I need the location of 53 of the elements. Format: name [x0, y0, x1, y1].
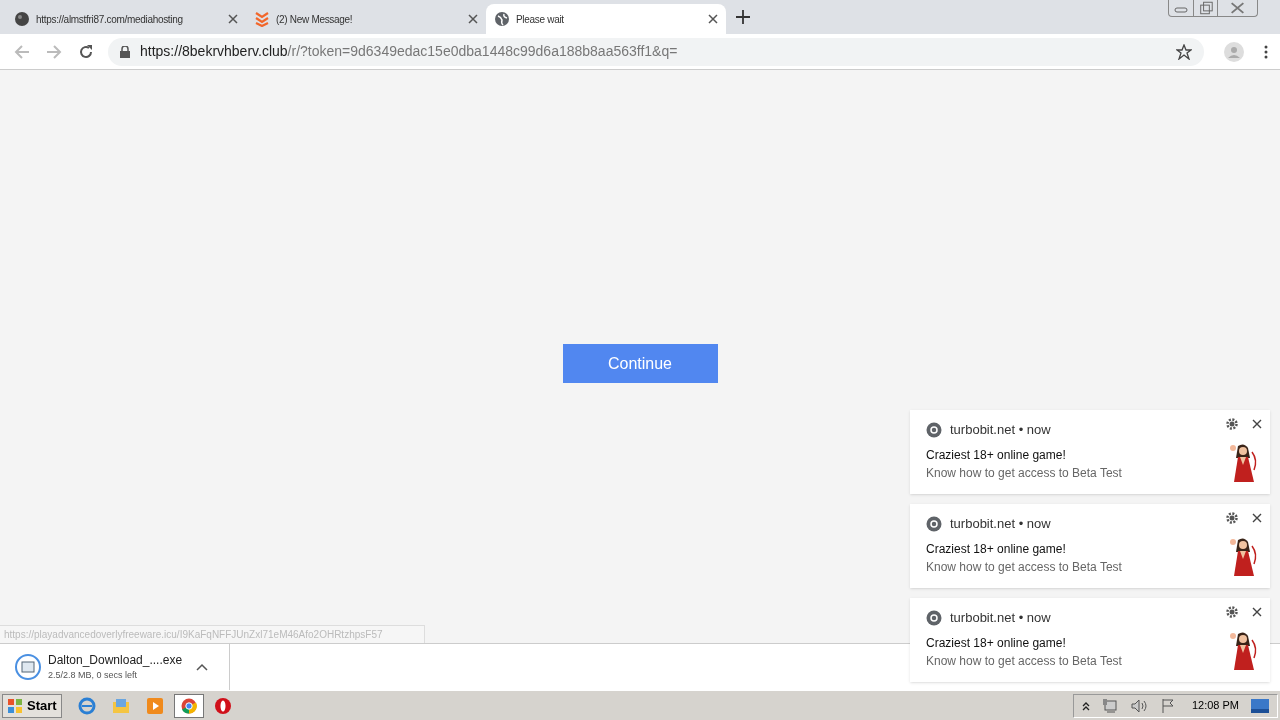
chrome-icon — [180, 697, 197, 714]
tray-expand-icon[interactable] — [1081, 700, 1090, 711]
show-desktop-icon[interactable] — [1251, 698, 1269, 713]
download-status: 2.5/2.8 MB, 0 secs left — [48, 669, 139, 683]
notification-title: Craziest 18+ online game! — [926, 540, 1067, 558]
notification-card[interactable]: turbobit.net • now Craziest 18+ online game! Know how to get access to Beta Test — [910, 504, 1270, 588]
status-url: https://playadvancedoverlyfreeware.icu/I9KaFqNFFJUnZxl71eM46Afo2OHRtzhpsF57 — [0, 625, 425, 643]
close-icon[interactable] — [1252, 513, 1262, 523]
download-filename: Dalton_Download_....exe — [48, 652, 183, 670]
close-icon[interactable] — [708, 14, 718, 24]
clock[interactable]: 12:08 PM — [1191, 697, 1239, 714]
notification-title: Craziest 18+ online game! — [926, 446, 1067, 464]
globe-icon — [494, 11, 510, 27]
tab-title: Please wait — [516, 12, 565, 27]
flag-icon[interactable] — [1159, 697, 1176, 714]
browser-tab[interactable]: Please wait — [486, 4, 726, 34]
browser-tab[interactable]: https://almstfri87.com/mediahosting — [6, 4, 246, 34]
opera-icon[interactable] — [213, 696, 232, 715]
notification-card[interactable]: turbobit.net • now Craziest 18+ online game! Know how to get access to Beta Test — [910, 410, 1270, 494]
notification-body: Know how to get access to Beta Test — [926, 652, 1123, 670]
close-icon[interactable] — [228, 14, 238, 24]
gear-icon[interactable] — [1226, 418, 1238, 430]
close-icon[interactable] — [468, 14, 478, 24]
notification-source: turbobit.net • now — [950, 515, 1051, 533]
notification-source: turbobit.net • now — [950, 609, 1051, 627]
tab-title: https://almstfri87.com/mediahosting — [36, 12, 184, 27]
notification-body: Know how to get access to Beta Test — [926, 558, 1123, 576]
notification-body: Know how to get access to Beta Test — [926, 464, 1123, 482]
gear-icon[interactable] — [1226, 512, 1238, 524]
chevrons-icon — [254, 11, 270, 27]
caret-icon[interactable] — [196, 663, 209, 671]
browser-e-icon[interactable] — [77, 696, 96, 715]
url-text: https://8bekrvhberv.club/r/?token=9d6349edac15e0dba1448c99d6a188b8aa563ff1&q= — [140, 42, 678, 61]
menu-icon[interactable] — [1264, 44, 1268, 59]
notification-card[interactable]: turbobit.net • now Craziest 18+ online game! Know how to get access to Beta Test — [910, 598, 1270, 682]
tab-title: (2) New Message! — [276, 12, 354, 27]
gear-icon[interactable] — [1226, 606, 1238, 618]
start-button[interactable]: Start — [2, 693, 62, 718]
notification-title: Craziest 18+ online game! — [926, 634, 1067, 652]
windows-logo-icon — [7, 697, 23, 714]
speaker-icon[interactable] — [1129, 697, 1148, 714]
chrome-taskbar-button[interactable] — [173, 693, 204, 718]
new-tab-icon[interactable] — [736, 10, 750, 24]
globe-icon — [14, 11, 30, 27]
browser-tab[interactable]: (2) New Message! — [246, 4, 486, 34]
address-bar[interactable]: https://8bekrvhberv.club/r/?token=9d6349edac15e0dba1448c99d6a188b8aa563ff1&q= — [108, 37, 1204, 66]
download-progress-icon — [14, 653, 42, 681]
star-icon[interactable] — [1176, 43, 1192, 60]
close-icon[interactable] — [1252, 607, 1262, 617]
notification-source: turbobit.net • now — [950, 421, 1051, 439]
reload-icon[interactable] — [78, 43, 94, 60]
close-icon[interactable] — [1252, 419, 1262, 429]
lock-icon — [120, 45, 130, 58]
